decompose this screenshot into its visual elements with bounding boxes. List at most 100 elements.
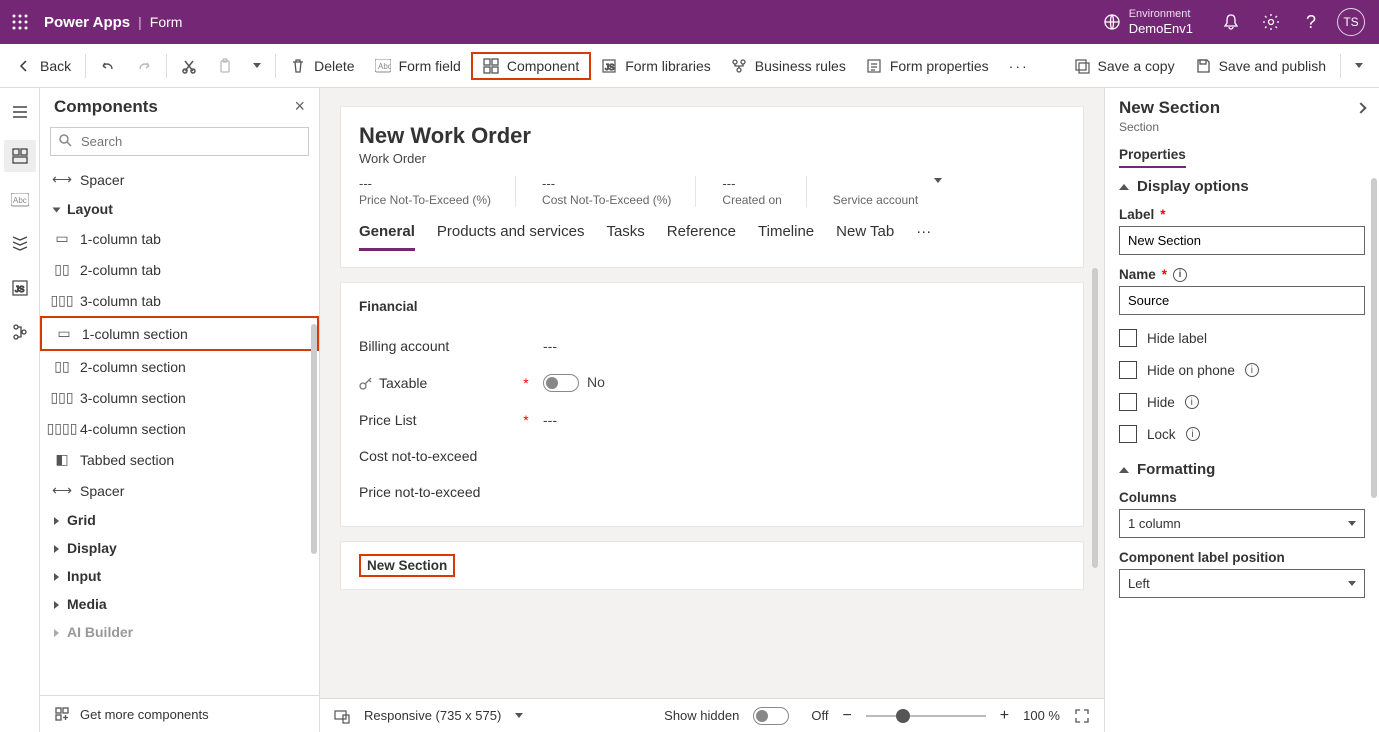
financial-section[interactable]: Financial Billing account --- Taxable * … <box>340 282 1084 527</box>
tab-products[interactable]: Products and services <box>437 223 585 251</box>
rail-js-icon[interactable]: JS <box>4 272 36 304</box>
zoom-value: 100 % <box>1023 708 1060 723</box>
notifications-button[interactable] <box>1211 0 1251 44</box>
grid-group-header[interactable]: Grid <box>40 506 319 534</box>
component-spacer[interactable]: ⟷Spacer <box>40 475 319 506</box>
info-icon[interactable]: i <box>1245 363 1259 377</box>
save-publish-button[interactable]: Save and publish <box>1185 52 1336 80</box>
tab-timeline[interactable]: Timeline <box>758 223 814 251</box>
form-header-card[interactable]: New Work Order Work Order ---Price Not-T… <box>340 106 1084 268</box>
form-libraries-button[interactable]: JS Form libraries <box>591 52 721 80</box>
environment-picker[interactable]: Environment DemoEnv1 <box>1103 8 1193 35</box>
component-3-col-tab[interactable]: ▯▯▯3-column tab <box>40 285 319 316</box>
aibuilder-group-header[interactable]: AI Builder <box>40 618 319 646</box>
cut-button[interactable] <box>171 52 207 80</box>
zoom-slider[interactable] <box>866 715 986 717</box>
taxable-toggle[interactable] <box>543 374 579 392</box>
save-copy-button[interactable]: Save a copy <box>1064 52 1185 80</box>
chk-lock[interactable]: Locki <box>1119 425 1365 443</box>
label-input[interactable] <box>1119 226 1365 255</box>
form-field-button[interactable]: Abc Form field <box>365 52 471 80</box>
help-button[interactable]: ? <box>1291 0 1331 44</box>
field-price-nte[interactable]: Price not-to-exceed <box>359 474 1065 510</box>
component-3-col-section[interactable]: ▯▯▯3-column section <box>40 382 319 413</box>
component-2-col-section[interactable]: ▯▯2-column section <box>40 351 319 382</box>
delete-button[interactable]: Delete <box>280 52 364 80</box>
zoom-in-button[interactable]: + <box>1000 707 1009 725</box>
tab-newtab[interactable]: New Tab <box>836 223 894 251</box>
formatting-header[interactable]: Formatting <box>1119 461 1365 478</box>
name-input[interactable] <box>1119 286 1365 315</box>
rp-expand-icon[interactable] <box>1355 102 1366 113</box>
new-section-card[interactable]: New Section <box>340 541 1084 590</box>
layout-group-header[interactable]: Layout <box>40 195 319 223</box>
settings-button[interactable] <box>1251 0 1291 44</box>
entity-name: Work Order <box>359 151 1065 166</box>
section-title: Financial <box>359 299 1065 314</box>
responsive-chevron-icon[interactable] <box>515 713 523 718</box>
search-input[interactable] <box>50 127 309 156</box>
show-hidden-toggle[interactable] <box>753 707 789 725</box>
save-publish-split[interactable] <box>1345 57 1373 74</box>
rail-fields-icon[interactable]: Abc <box>4 184 36 216</box>
tab-reference[interactable]: Reference <box>667 223 736 251</box>
key-icon <box>359 376 373 390</box>
form-properties-button[interactable]: Form properties <box>856 52 999 80</box>
field-cost-nte[interactable]: Cost not-to-exceed <box>359 438 1065 474</box>
media-group-header[interactable]: Media <box>40 590 319 618</box>
panel-title: Components <box>54 97 158 117</box>
clp-select[interactable]: Left <box>1119 569 1365 598</box>
component-button[interactable]: Component <box>471 52 591 80</box>
caret-icon <box>1119 467 1129 473</box>
field-price-list[interactable]: Price List * --- <box>359 402 1065 438</box>
info-icon[interactable]: i <box>1173 268 1187 282</box>
columns-select[interactable]: 1 column <box>1119 509 1365 538</box>
display-group-header[interactable]: Display <box>40 534 319 562</box>
left-scrollbar[interactable] <box>311 324 317 554</box>
right-scrollbar[interactable] <box>1371 178 1377 498</box>
paste-split[interactable] <box>243 57 271 74</box>
tabs-overflow[interactable]: ··· <box>916 223 931 251</box>
chk-hide-label[interactable]: Hide label <box>1119 329 1365 347</box>
header-chevron-icon[interactable] <box>934 178 942 183</box>
user-avatar[interactable]: TS <box>1331 0 1371 44</box>
rail-tree-icon[interactable] <box>4 316 36 348</box>
zoom-out-button[interactable]: − <box>842 707 851 725</box>
info-icon[interactable]: i <box>1185 395 1199 409</box>
app-title[interactable]: Power Apps <box>44 14 130 31</box>
back-button[interactable]: Back <box>6 52 81 80</box>
delete-icon <box>290 58 306 74</box>
responsive-size[interactable]: Responsive (735 x 575) <box>364 708 501 723</box>
field-taxable[interactable]: Taxable * No <box>359 364 1065 402</box>
waffle-icon[interactable] <box>8 10 32 34</box>
component-2-col-tab[interactable]: ▯▯2-column tab <box>40 254 319 285</box>
get-more-components[interactable]: Get more components <box>40 695 319 732</box>
redo-button[interactable] <box>126 52 162 80</box>
business-rules-button[interactable]: Business rules <box>721 52 856 80</box>
rail-menu-icon[interactable] <box>4 96 36 128</box>
undo-button[interactable] <box>90 52 126 80</box>
fit-icon[interactable] <box>1074 708 1090 724</box>
field-billing-account[interactable]: Billing account --- <box>359 328 1065 364</box>
input-group-header[interactable]: Input <box>40 562 319 590</box>
new-section-label: New Section <box>359 554 455 577</box>
component-1-col-tab[interactable]: ▭1-column tab <box>40 223 319 254</box>
libraries-icon: JS <box>601 58 617 74</box>
component-spacer-top[interactable]: ⟷ Spacer <box>40 164 319 195</box>
panel-close-icon[interactable]: × <box>294 96 305 117</box>
rail-data-icon[interactable] <box>4 228 36 260</box>
info-icon[interactable]: i <box>1186 427 1200 441</box>
tab-tasks[interactable]: Tasks <box>606 223 644 251</box>
component-tabbed-section[interactable]: ◧Tabbed section <box>40 444 319 475</box>
component-4-col-section[interactable]: ▯▯▯▯4-column section <box>40 413 319 444</box>
tab-general[interactable]: General <box>359 223 415 251</box>
display-options-header[interactable]: Display options <box>1119 178 1365 195</box>
toolbar-overflow[interactable]: ··· <box>999 52 1039 80</box>
paste-button[interactable] <box>207 52 243 80</box>
component-1-col-section[interactable]: ▭1-column section <box>40 316 319 351</box>
rp-tab-properties[interactable]: Properties <box>1119 147 1186 168</box>
chk-hide-phone[interactable]: Hide on phonei <box>1119 361 1365 379</box>
canvas-scrollbar[interactable] <box>1092 268 1098 568</box>
chk-hide[interactable]: Hidei <box>1119 393 1365 411</box>
rail-components-icon[interactable] <box>4 140 36 172</box>
